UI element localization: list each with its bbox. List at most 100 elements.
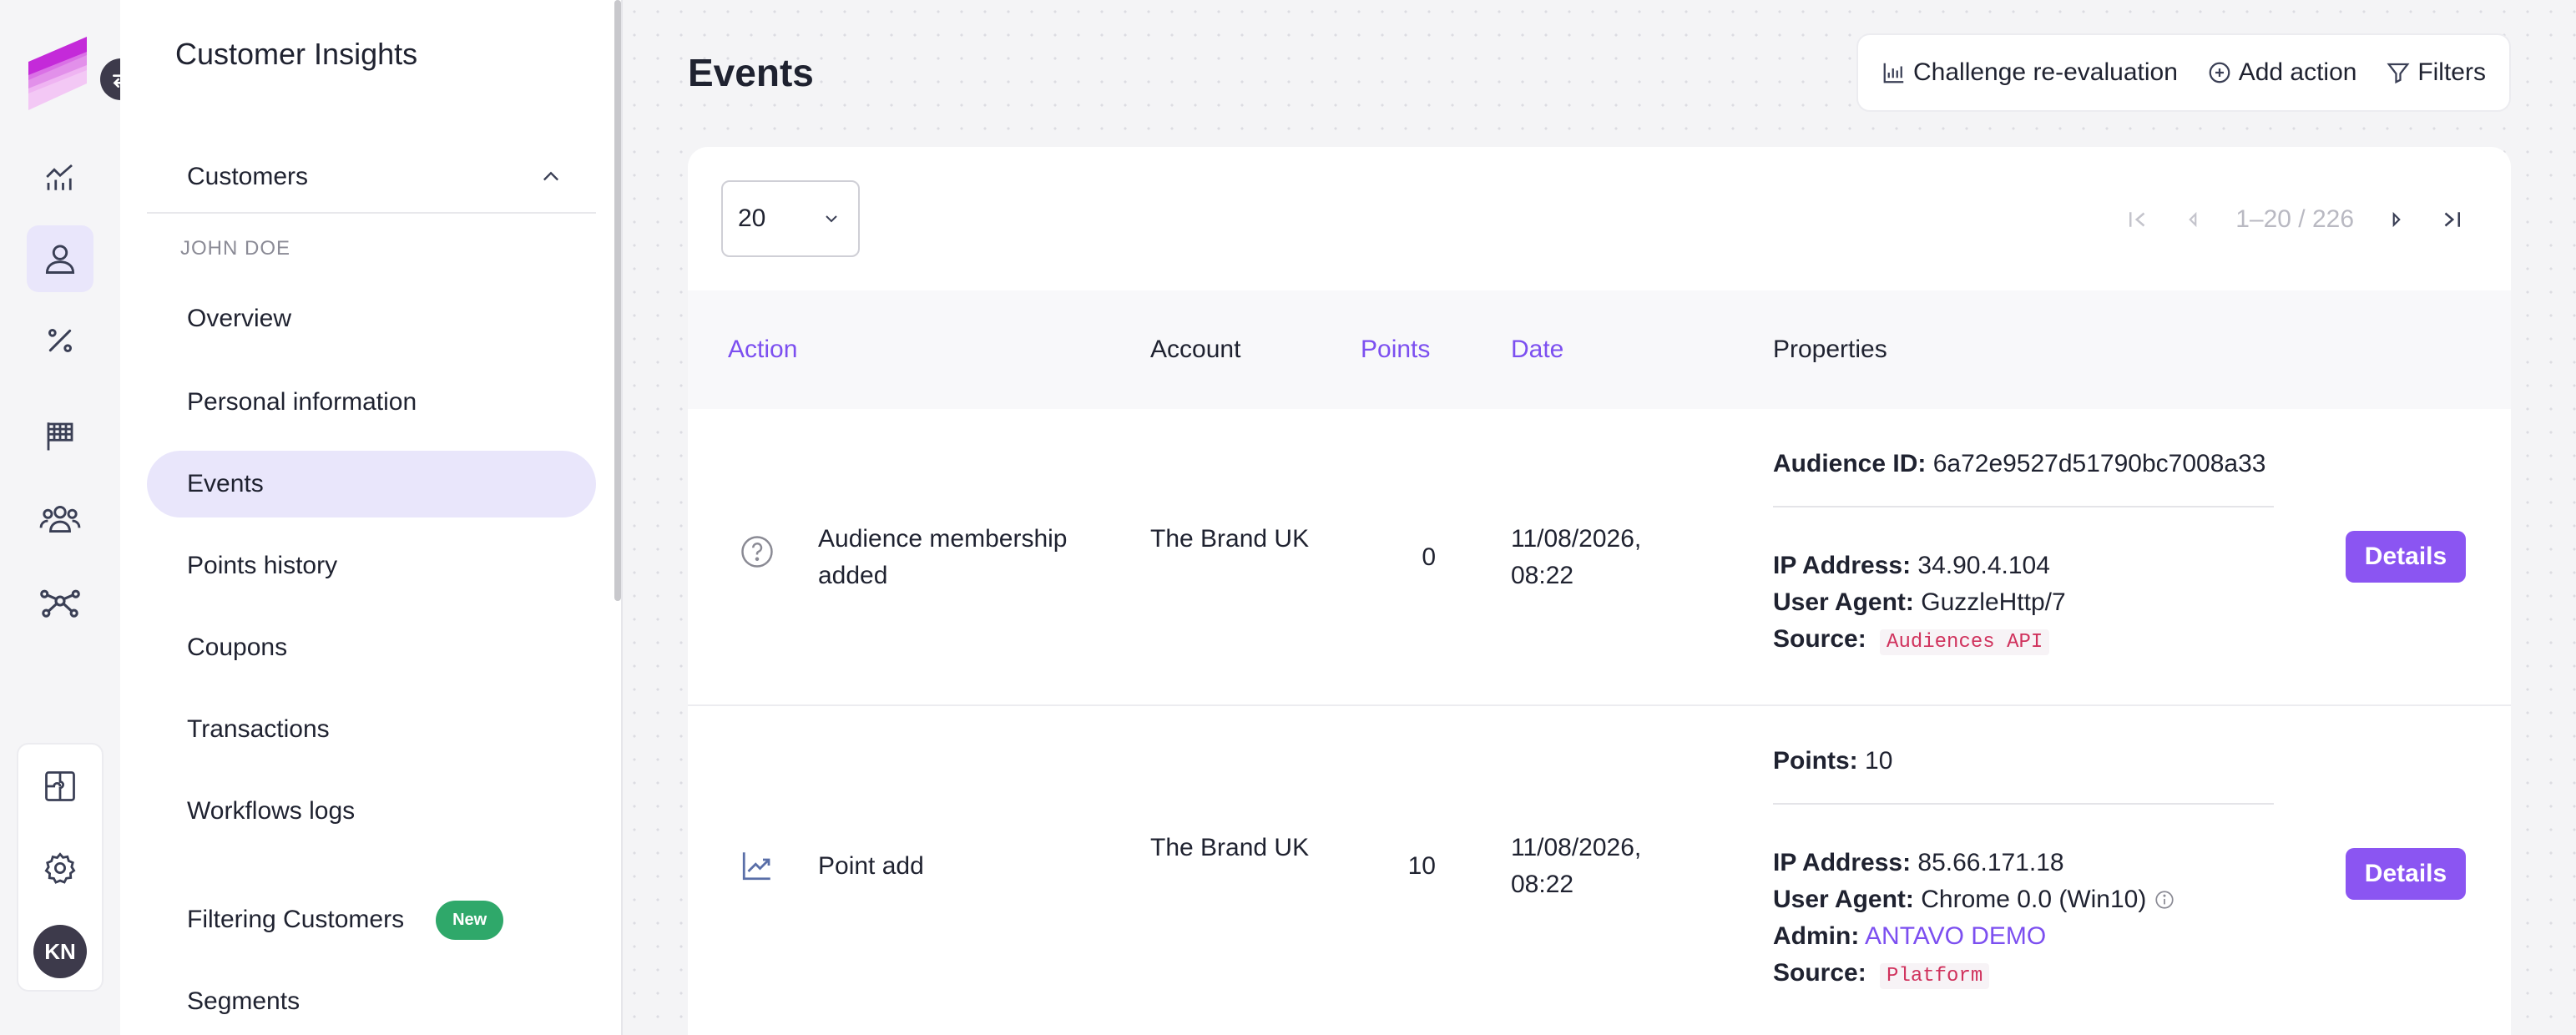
column-points[interactable]: Points [1361,336,1430,364]
row-properties: Audience ID: 6a72e9527d51790bc7008a33 IP… [1773,446,2274,661]
row-properties: Points: 10 IP Address: 85.66.171.18 User… [1773,743,2274,995]
user-icon [45,245,75,274]
section-customers-toggle[interactable]: Customers [147,142,596,214]
users-group-icon [39,505,81,533]
nav-item-overview[interactable]: Overview [147,285,596,352]
prop-label: Source: [1773,625,1866,653]
rail-challenges[interactable] [27,402,93,469]
prop-value: 85.66.171.18 [1917,849,2064,876]
trending-up-icon [742,852,770,881]
details-button[interactable]: Details [2346,848,2466,900]
nav-item-events[interactable]: Events [147,451,596,518]
prev-page-icon[interactable] [2182,209,2204,230]
filters-label: Filters [2417,58,2486,86]
nav-label: Points history [187,552,338,579]
challenge-reevaluation-button[interactable]: Challenge re-evaluation [1881,58,2178,87]
table-row: Point add The Brand UK 10 11/08/2026, 08… [688,706,2511,1035]
next-page-icon[interactable] [2386,209,2407,230]
source-code: Audiences API [1880,629,2050,655]
details-button[interactable]: Details [2346,531,2466,583]
chart-line-icon [46,164,73,190]
row-points: 10 [1407,852,1436,880]
toolbar: Challenge re-evaluation Add action Filte… [1856,33,2511,112]
user-avatar[interactable]: KN [33,925,87,978]
prop-label: User Agent: [1773,886,1914,913]
info-icon[interactable] [2154,889,2175,911]
nav-label: Overview [187,305,292,332]
pagination: 1–20 / 226 [2125,190,2464,249]
main-content: Events Challenge re-evaluation Add actio… [623,0,2576,1035]
prop-label: User Agent: [1773,588,1914,616]
source-code: Platform [1880,963,1990,989]
nav-label: Coupons [187,634,288,661]
question-circle-icon [741,536,773,568]
prop-label: Points: [1773,747,1858,775]
last-page-icon[interactable] [2439,207,2464,232]
network-nodes-icon [40,589,80,618]
add-action-button[interactable]: Add action [2207,58,2357,87]
nav-item-workflows-logs[interactable]: Workflows logs [147,778,596,845]
sidebar-scrollbar[interactable] [614,0,621,601]
new-badge: New [436,900,504,940]
prop-value: 10 [1865,747,1893,775]
rail-promotions[interactable] [27,307,93,374]
rail-extensions[interactable] [27,753,93,820]
row-points: 0 [1422,543,1436,571]
add-action-label: Add action [2238,58,2357,86]
nav-label: Workflows logs [187,797,356,825]
prop-label: IP Address: [1773,552,1912,579]
prop-label: Source: [1773,959,1866,987]
prop-value: 6a72e9527d51790bc7008a33 [1932,450,2266,477]
rail-customers[interactable] [27,225,93,292]
icon-rail: KN [0,0,142,1035]
flag-icon [47,422,73,451]
gear-icon [44,852,76,884]
events-table-card: 20 1–20 / 226 Action Account Points Date… [688,147,2511,1035]
row-date: 11/08/2026, 08:22 [1511,525,1642,589]
filters-button[interactable]: Filters [2386,58,2486,87]
row-action: Point add [818,852,924,880]
first-page-icon[interactable] [2125,207,2150,232]
nav-label: Personal information [187,388,417,416]
props-divider [1773,506,2274,507]
app-logo[interactable] [28,37,100,110]
column-action[interactable]: Action [728,336,797,364]
row-account: The Brand UK [1150,834,1310,861]
prop-value: 34.90.4.104 [1917,552,2050,579]
column-account: Account [1150,336,1241,363]
nav-item-points-history[interactable]: Points history [147,533,596,599]
app-title: Customer Insights [175,37,418,71]
nav-item-filtering-customers[interactable]: Filtering Customers New [147,886,596,953]
props-divider [1773,803,2274,805]
prop-label: IP Address: [1773,849,1912,876]
column-date[interactable]: Date [1511,336,1563,364]
plus-circle-icon [2209,62,2230,83]
nav-label: Segments [187,987,301,1015]
bar-chart-icon [1883,63,1904,83]
row-action: Audience membership added [818,525,1068,589]
table-row: Audience membership added The Brand UK 0… [688,409,2511,706]
column-properties: Properties [1773,336,1887,363]
nav-item-personal-information[interactable]: Personal information [147,369,596,436]
nav-item-coupons[interactable]: Coupons [147,614,596,681]
page-range: 1–20 / 226 [2235,205,2354,233]
secondary-sidebar: Customer Insights Customers JOHN DOE Ove… [120,0,621,1035]
chevron-up-icon [543,171,558,181]
prop-value: GuzzleHttp/7 [1921,588,2066,616]
prop-value: Chrome 0.0 (Win10) [1921,886,2147,913]
page-size-value: 20 [738,204,766,232]
rail-analytics[interactable] [27,144,93,210]
nav-item-transactions[interactable]: Transactions [147,696,596,763]
challenge-reevaluation-label: Challenge re-evaluation [1913,58,2178,86]
nav-label: Filtering Customers [187,906,405,933]
rail-settings[interactable] [27,835,93,901]
rail-integrations[interactable] [27,568,93,634]
admin-link[interactable]: ANTAVO DEMO [1865,922,2046,950]
nav-label: Events [187,470,264,497]
rail-groups[interactable] [27,486,93,553]
page-size-select[interactable]: 20 [721,180,860,257]
section-label: Customers [187,163,309,190]
row-date: 11/08/2026, 08:22 [1511,834,1642,898]
prop-label: Audience ID: [1773,450,1927,477]
nav-item-segments[interactable]: Segments [147,968,596,1035]
